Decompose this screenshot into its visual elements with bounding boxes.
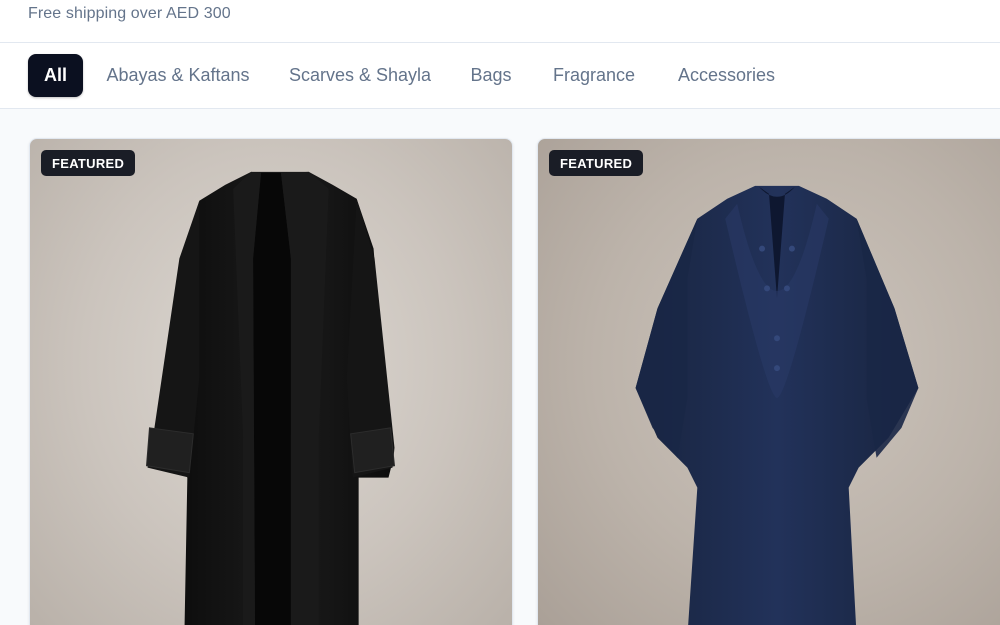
featured-badge: FEATURED: [41, 150, 136, 176]
top-bar: Free shipping over AED 300: [0, 0, 1000, 43]
filter-chip-fragrance[interactable]: Fragrance: [545, 54, 643, 97]
filter-chip-all[interactable]: All: [28, 54, 83, 97]
product-card[interactable]: FEATURED: [537, 138, 1000, 625]
filter-chip-scarves-shayla[interactable]: Scarves & Shayla: [282, 54, 438, 97]
product-image-navy-kaftan: [635, 185, 919, 625]
product-card[interactable]: FEATURED: [29, 138, 513, 625]
filter-chip-abayas-kaftans[interactable]: Abayas & Kaftans: [100, 54, 256, 97]
category-filter-bar: All Abayas & Kaftans Scarves & Shayla Ba…: [0, 43, 1000, 109]
filter-chip-bags[interactable]: Bags: [462, 54, 520, 97]
featured-badge: FEATURED: [549, 150, 644, 176]
filter-chip-accessories[interactable]: Accessories: [668, 54, 785, 97]
shipping-notice: Free shipping over AED 300: [28, 5, 231, 22]
product-image-black-abaya: [145, 171, 396, 625]
